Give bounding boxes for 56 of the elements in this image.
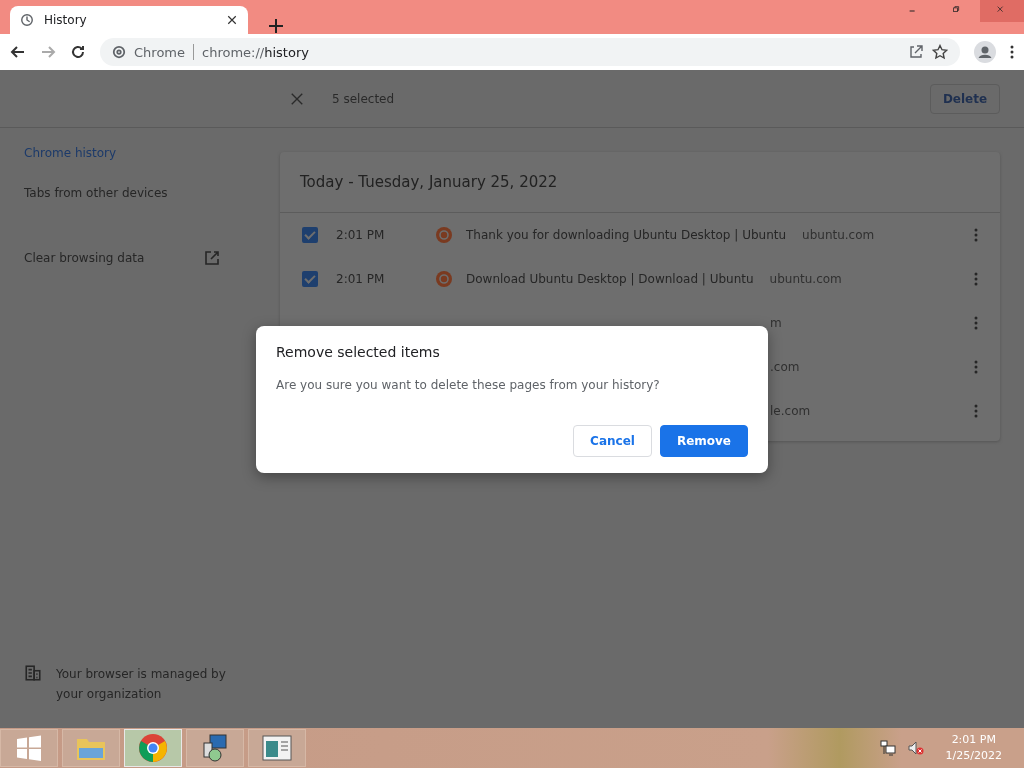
taskbar-clock[interactable]: 2:01 PM 1/25/2022 — [945, 732, 1002, 764]
more-icon[interactable] — [974, 228, 978, 242]
ubuntu-icon — [436, 271, 452, 287]
sidebar-item[interactable]: Chrome history — [24, 146, 256, 186]
clock-date: 1/25/2022 — [945, 748, 1002, 764]
chrome-icon[interactable] — [138, 733, 168, 763]
dialog-message: Are you sure you want to delete these pages from your history? — [276, 378, 661, 392]
remove-button[interactable]: Remove — [659, 425, 748, 457]
clear-data-link[interactable]: Clear browsing data — [24, 251, 145, 265]
sidebar-item[interactable]: Tabs from other devices — [24, 186, 256, 226]
date-heading: Today - Tuesday, January 25, 2022 — [300, 173, 558, 191]
more-icon[interactable] — [974, 360, 978, 374]
url-text: chrome://history — [202, 44, 310, 60]
external-link-icon[interactable] — [204, 250, 221, 266]
page-domain: .com — [770, 360, 800, 374]
page-title[interactable]: Download Ubuntu Desktop | Download | Ubuntu — [466, 272, 754, 286]
building-icon — [24, 664, 42, 682]
row-checkbox[interactable] — [302, 271, 318, 287]
installer-icon[interactable] — [200, 733, 230, 763]
close-icon[interactable] — [226, 14, 238, 26]
site-label: Chrome — [134, 44, 185, 60]
selection-count: 5 selected — [332, 91, 396, 106]
reload-icon[interactable] — [70, 44, 86, 60]
star-icon[interactable] — [932, 44, 948, 60]
chrome-icon — [112, 45, 126, 59]
visit-time: 2:01 PM — [336, 228, 386, 242]
more-icon[interactable] — [974, 272, 978, 286]
delete-button[interactable]: Delete — [930, 83, 1000, 114]
address-bar[interactable]: Chrome chrome://history — [100, 38, 960, 66]
page-domain: ubuntu.com — [769, 272, 842, 286]
back-icon[interactable] — [10, 44, 26, 60]
clock-icon — [20, 13, 34, 27]
share-icon[interactable] — [908, 44, 924, 60]
page-domain: ubuntu.com — [802, 228, 875, 242]
cancel-button[interactable]: Cancel — [573, 425, 652, 457]
more-icon[interactable] — [974, 316, 978, 330]
menu-icon[interactable] — [1010, 45, 1014, 59]
window-app-icon[interactable] — [262, 735, 292, 761]
muted-speaker-icon[interactable] — [907, 740, 924, 756]
managed-notice: Your browser is managed by your organization — [56, 666, 227, 703]
new-tab-icon[interactable] — [268, 18, 284, 34]
forward-icon[interactable] — [40, 44, 56, 60]
ubuntu-icon — [436, 227, 452, 243]
network-icon[interactable] — [879, 740, 896, 756]
page-title[interactable]: Thank you for downloading Ubuntu Desktop | Ubuntu — [466, 228, 787, 242]
windows-logo-icon[interactable] — [15, 734, 43, 762]
page-domain: le.com — [770, 404, 811, 418]
clock-time: 2:01 PM — [951, 732, 996, 748]
browser-tab[interactable]: History — [10, 6, 248, 34]
row-checkbox[interactable] — [302, 227, 318, 243]
visit-time: 2:01 PM — [336, 272, 386, 286]
page-domain: m — [770, 316, 782, 330]
more-icon[interactable] — [974, 404, 978, 418]
profile-avatar[interactable] — [974, 41, 996, 63]
dialog-title: Remove selected items — [276, 344, 441, 360]
tab-title: History — [44, 13, 88, 27]
